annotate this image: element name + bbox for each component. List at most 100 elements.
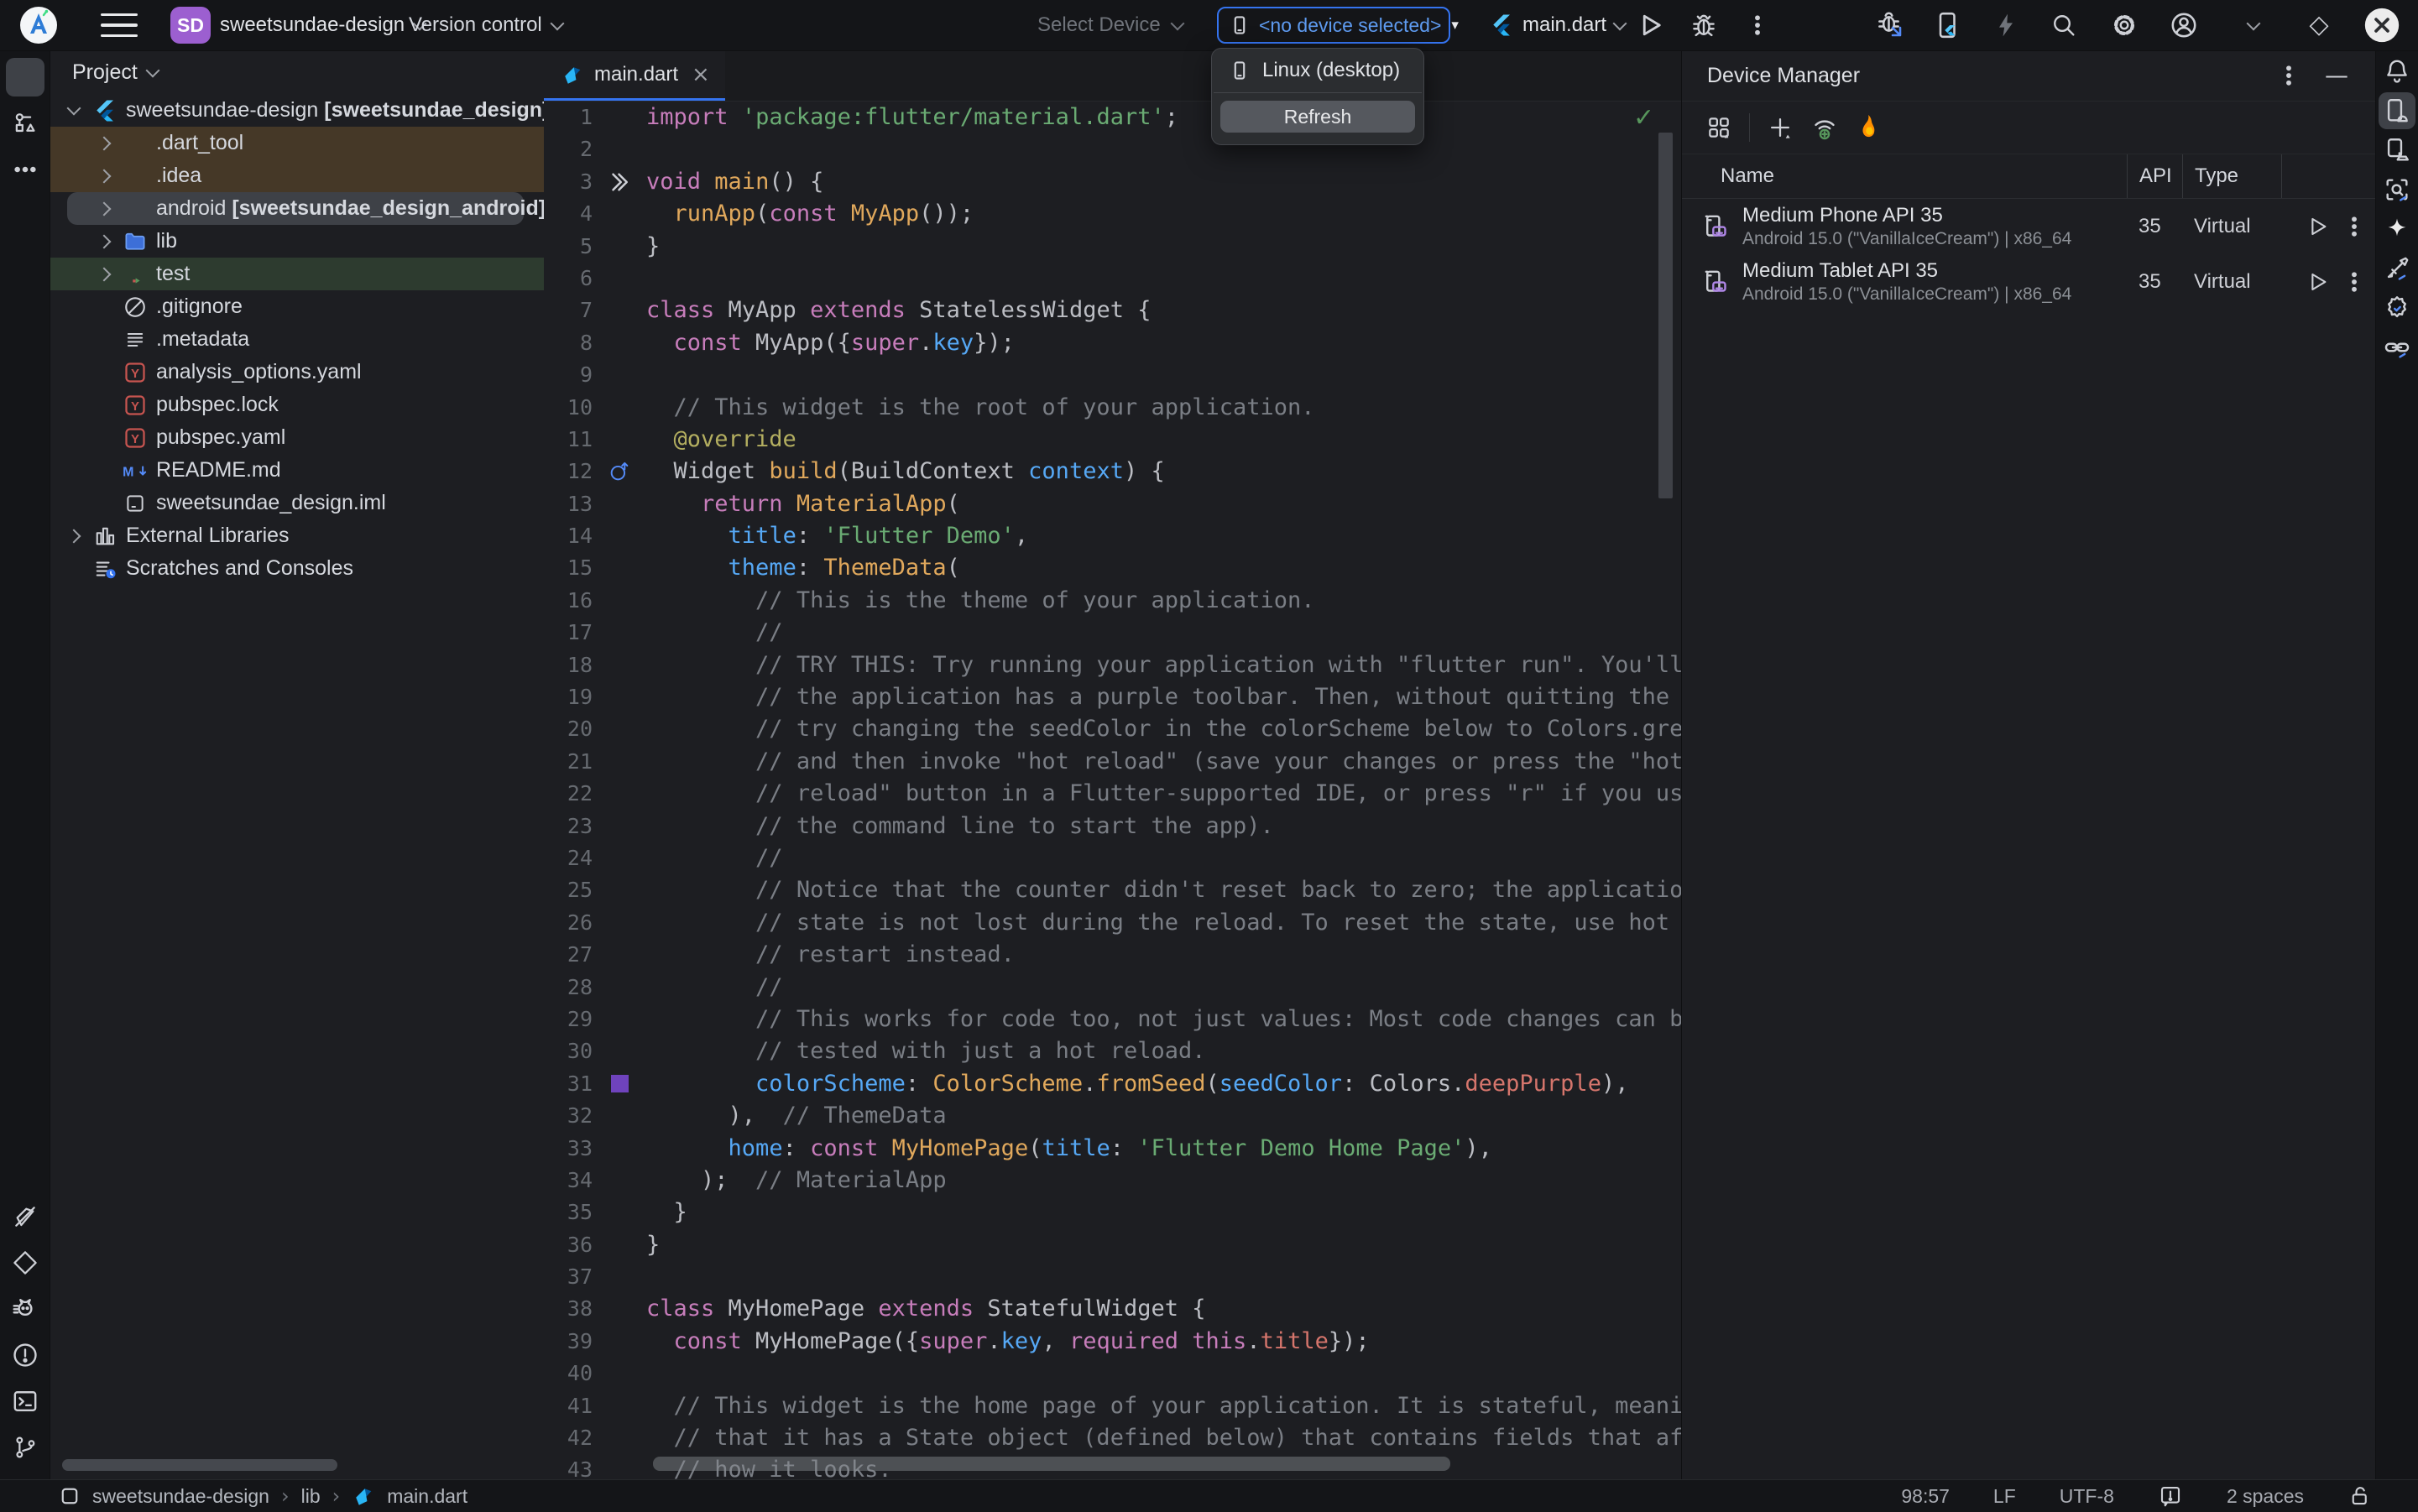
chevron-right-icon[interactable] — [97, 136, 112, 150]
tree-row-pubspec-yaml[interactable]: Ypubspec.yaml — [50, 421, 544, 454]
indent-setting[interactable]: 2 spaces — [2227, 1485, 2304, 1508]
add-device-icon[interactable] — [1767, 114, 1794, 141]
kebab-menu-icon[interactable] — [2276, 63, 2301, 88]
chevron-right-icon[interactable] — [97, 201, 112, 216]
tree-row-analysis-options-yaml[interactable]: Yanalysis_options.yaml — [50, 356, 544, 388]
settings-button[interactable] — [2106, 7, 2143, 44]
tree-row-sweetsundae-design[interactable]: sweetsundae-design [sweetsundae_design]~… — [50, 94, 544, 127]
hide-toolbar-button[interactable] — [2235, 7, 2272, 44]
gemini-toolbar-button[interactable]: ◇ — [2300, 7, 2337, 44]
chevron-right-icon[interactable] — [97, 234, 112, 248]
tree-row-external-libraries[interactable]: External Libraries — [50, 519, 544, 552]
more-run-options-button[interactable] — [1739, 7, 1776, 44]
refresh-button[interactable]: Refresh — [1220, 101, 1415, 133]
tree-row-scratches-and-consoles[interactable]: Scratches and Consoles — [50, 552, 544, 585]
project-badge[interactable]: SD — [170, 7, 211, 44]
project-selector[interactable]: sweetsundae-design — [220, 0, 425, 50]
close-session-button[interactable] — [2363, 7, 2400, 44]
debug-button[interactable] — [1685, 7, 1722, 44]
column-api[interactable]: API — [2127, 154, 2182, 198]
code-text: // TRY THIS: Try running your applicatio… — [646, 649, 1681, 681]
tab-main-dart[interactable]: main.dart × — [544, 50, 725, 101]
device-selector-combo[interactable]: <no device selected> ▾ — [1217, 7, 1450, 44]
dart-analysis-button[interactable] — [6, 1197, 44, 1236]
group-devices-icon[interactable] — [1705, 114, 1732, 141]
highlight-level-icon[interactable] — [2158, 1483, 2183, 1509]
account-button[interactable] — [2165, 7, 2202, 44]
overrides-gutter-icon[interactable] — [593, 456, 646, 487]
flutter-property-editor-button[interactable] — [2379, 329, 2415, 366]
tree-row--metadata[interactable]: .metadata — [50, 323, 544, 356]
start-device-button[interactable] — [2305, 269, 2330, 295]
problems-button[interactable] — [6, 1336, 44, 1374]
tree-row-lib[interactable]: lib — [50, 225, 544, 258]
main-menu-button[interactable] — [101, 12, 138, 39]
column-name[interactable]: Name — [1682, 154, 2127, 198]
version-control-menu[interactable]: Version control — [409, 0, 562, 50]
column-type[interactable]: Type — [2182, 154, 2281, 198]
gemini-button[interactable] — [2379, 211, 2415, 248]
line-number: 15 — [544, 552, 593, 584]
tree-row-pubspec-lock[interactable]: Ypubspec.lock — [50, 388, 544, 421]
file-encoding[interactable]: UTF-8 — [2060, 1485, 2114, 1508]
inspections-ok-icon[interactable]: ✓ — [1633, 106, 1654, 131]
chevron-right-icon[interactable] — [97, 267, 112, 281]
editor-vertical-scrollbar[interactable] — [1658, 133, 1673, 498]
select-device-dropdown[interactable]: Select Device — [1037, 0, 1183, 50]
caret-position[interactable]: 98:57 — [1901, 1485, 1950, 1508]
project-folder-button[interactable]: M3.5 6.2c0-.9.7-1.6 1.6-1.6h3.6l2 2.4h8.… — [6, 58, 44, 96]
project-horizontal-scrollbar[interactable] — [62, 1459, 337, 1471]
color-preview-gutter-icon[interactable] — [593, 1068, 646, 1100]
attach-debugger-button[interactable] — [1872, 7, 1909, 44]
minimize-icon[interactable]: — — [2325, 64, 2348, 87]
device-menu-button[interactable] — [2342, 269, 2367, 295]
flutter-inspector-button[interactable] — [6, 1243, 44, 1282]
tree-row-sweetsundae-design-iml[interactable]: sweetsundae_design.iml — [50, 487, 544, 519]
popup-device-item[interactable]: Linux (desktop) — [1212, 49, 1423, 92]
run-button[interactable] — [1632, 7, 1669, 44]
device-menu-button[interactable] — [2342, 214, 2367, 239]
tree-row--gitignore[interactable]: .gitignore — [50, 290, 544, 323]
search-everywhere-button[interactable] — [2045, 7, 2082, 44]
breadcrumb-lib[interactable]: lib — [301, 1485, 321, 1508]
structure-button[interactable] — [6, 104, 44, 143]
git-branch-button[interactable] — [6, 1428, 44, 1467]
start-device-button[interactable] — [2305, 214, 2330, 239]
chevron-right-icon[interactable] — [67, 529, 81, 543]
breadcrumb-file[interactable]: main.dart — [387, 1485, 467, 1508]
device-mirror-button[interactable] — [1930, 7, 1966, 44]
code-editor[interactable]: 1import 'package:flutter/material.dart';… — [544, 102, 1681, 1479]
tree-row-test[interactable]: M3.5 6.2c0-.9.7-1.6 1.6-1.6h3.6l2 2.4h8.… — [50, 258, 544, 290]
line-ending[interactable]: LF — [1993, 1485, 2016, 1508]
tree-row--idea[interactable]: M3.5 6.2c0-.9.7-1.6 1.6-1.6h3.6l2 2.4h8.… — [50, 159, 544, 192]
tree-row-android[interactable]: M3.5 6.2c0-.9.7-1.6 1.6-1.6h3.6l2 2.4h8.… — [50, 192, 544, 225]
pair-wifi-icon[interactable] — [1810, 113, 1839, 142]
more-button[interactable] — [6, 150, 44, 189]
project-view-selector[interactable]: Project — [50, 50, 544, 94]
chevron-down-icon[interactable] — [67, 102, 81, 116]
tree-row-readme-md[interactable]: MREADME.md — [50, 454, 544, 487]
firebase-flame-icon[interactable] — [1856, 113, 1881, 142]
logcat-button[interactable] — [6, 1290, 44, 1328]
app-inspection-button[interactable] — [2379, 289, 2415, 326]
breadcrumb-separator: › — [281, 1486, 290, 1506]
app-quality-insights-button[interactable] — [2379, 171, 2415, 208]
breadcrumb-project[interactable]: sweetsundae-design — [92, 1485, 269, 1508]
close-tab-icon[interactable]: × — [692, 64, 710, 86]
running-devices-button[interactable] — [2379, 132, 2415, 169]
chevron-right-icon[interactable] — [97, 169, 112, 183]
run-main-gutter-icon[interactable] — [593, 166, 646, 198]
tree-row--dart-tool[interactable]: M3.5 6.2c0-.9.7-1.6 1.6-1.6h3.6l2 2.4h8.… — [50, 127, 544, 159]
terminal-button[interactable] — [6, 1382, 44, 1421]
code-line-10: 10 // This widget is the root of your ap… — [544, 392, 1681, 424]
device-manager-button[interactable] — [2379, 92, 2415, 129]
notifications-button[interactable] — [2379, 53, 2415, 90]
lock-icon[interactable] — [2347, 1483, 2373, 1509]
editor-horizontal-scrollbar[interactable] — [653, 1457, 1450, 1471]
device-row-medium-tablet-api-35[interactable]: Medium Tablet API 35Android 15.0 ("Vanil… — [1682, 254, 2375, 310]
run-configuration-selector[interactable]: main.dart — [1489, 0, 1625, 50]
flutter-devtools-button[interactable] — [2379, 250, 2415, 287]
device-row-medium-phone-api-35[interactable]: Medium Phone API 35Android 15.0 ("Vanill… — [1682, 199, 2375, 254]
line-number: 21 — [544, 746, 593, 778]
profiler-button[interactable] — [1987, 7, 2024, 44]
